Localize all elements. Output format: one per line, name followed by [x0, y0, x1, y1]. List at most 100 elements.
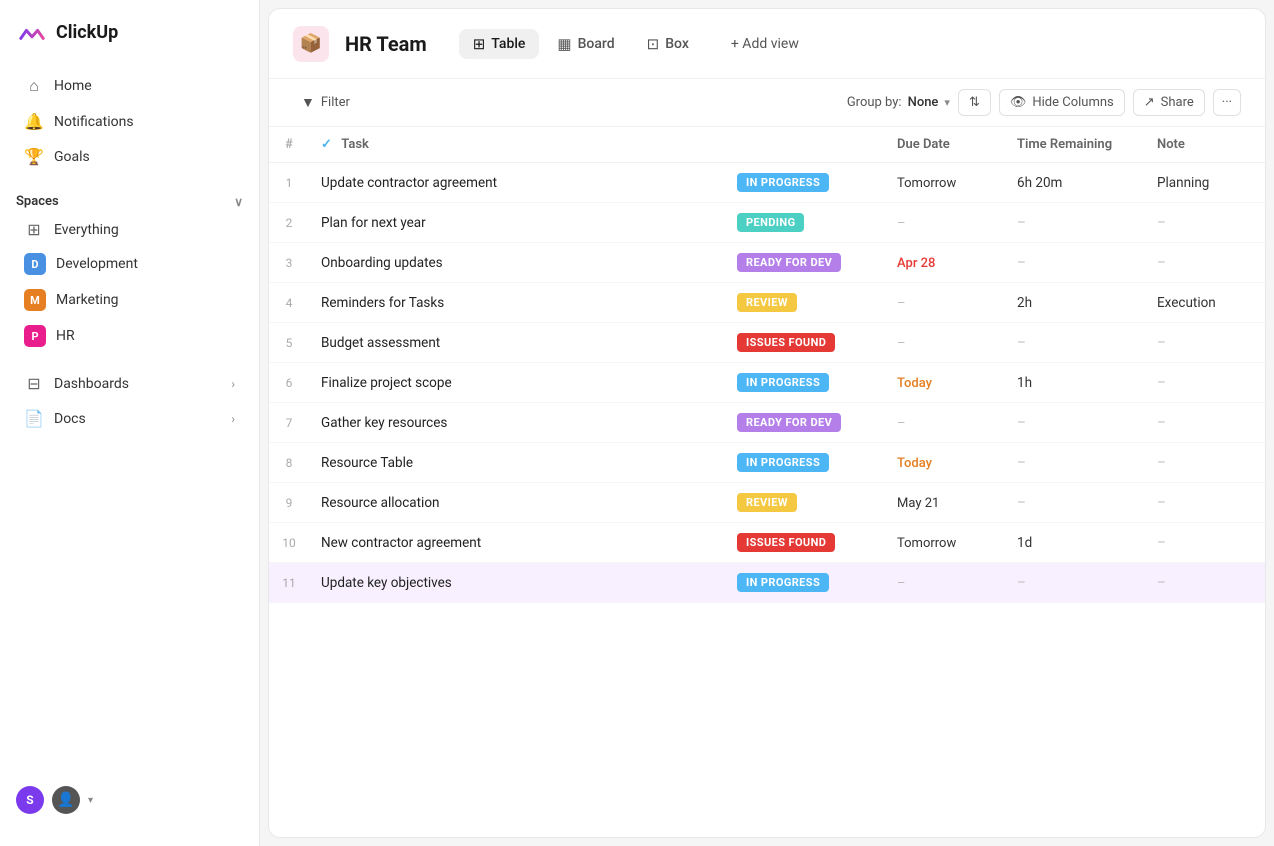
dashboards-label: Dashboards: [54, 376, 129, 392]
add-view-button[interactable]: + Add view: [719, 30, 811, 58]
table-tab-icon: ⊞: [473, 35, 486, 53]
user-chevron-icon: ▾: [88, 795, 93, 806]
table-row[interactable]: 9 Resource allocation REVIEW May 21 – –: [269, 483, 1265, 523]
share-button[interactable]: ↗ Share: [1133, 89, 1205, 116]
row-time-remaining: –: [1005, 403, 1145, 443]
row-task-name: Plan for next year: [309, 203, 725, 243]
status-badge: ISSUES FOUND: [737, 533, 835, 552]
row-due-date: –: [885, 403, 1005, 443]
tab-box[interactable]: ⊡ Box: [633, 29, 703, 59]
app-name: ClickUp: [56, 22, 118, 43]
filter-button[interactable]: ▼ Filter: [293, 90, 358, 115]
sidebar-item-docs[interactable]: 📄 Docs ›: [8, 401, 251, 436]
row-due-date: Today: [885, 363, 1005, 403]
share-label: Share: [1161, 95, 1194, 110]
status-badge: PENDING: [737, 213, 804, 232]
status-badge: IN PROGRESS: [737, 573, 829, 592]
time-remaining-value: –: [1017, 335, 1026, 351]
more-icon: ···: [1222, 95, 1232, 110]
table-row[interactable]: 4 Reminders for Tasks REVIEW – 2h Execut…: [269, 283, 1265, 323]
row-due-date: Tomorrow: [885, 523, 1005, 563]
row-due-date: Today: [885, 443, 1005, 483]
sidebar-item-dashboards[interactable]: ⊟ Dashboards ›: [8, 366, 251, 401]
table-row[interactable]: 3 Onboarding updates READY FOR DEV Apr 2…: [269, 243, 1265, 283]
row-time-remaining: 1h: [1005, 363, 1145, 403]
sidebar-item-notifications[interactable]: 🔔 Notifications: [8, 104, 251, 139]
time-remaining-value: –: [1017, 575, 1026, 591]
tab-table[interactable]: ⊞ Table: [459, 29, 540, 59]
row-status: REVIEW: [725, 483, 885, 523]
more-options-button[interactable]: ···: [1213, 89, 1241, 116]
table-row[interactable]: 5 Budget assessment ISSUES FOUND – – –: [269, 323, 1265, 363]
table-row[interactable]: 1 Update contractor agreement IN PROGRES…: [269, 163, 1265, 203]
time-remaining-value: –: [1017, 415, 1026, 431]
development-label: Development: [56, 256, 138, 272]
row-status: ISSUES FOUND: [725, 323, 885, 363]
table-row[interactable]: 6 Finalize project scope IN PROGRESS Tod…: [269, 363, 1265, 403]
row-status: REVIEW: [725, 283, 885, 323]
hide-columns-button[interactable]: 👁 Hide Columns: [999, 89, 1125, 116]
row-status: IN PROGRESS: [725, 443, 885, 483]
table-tab-label: Table: [491, 36, 525, 52]
note-value: Planning: [1157, 175, 1209, 191]
row-note: –: [1145, 483, 1265, 523]
development-badge: D: [24, 253, 46, 275]
board-tab-icon: ▦: [557, 35, 571, 53]
filter-label: Filter: [321, 95, 350, 110]
clickup-logo-icon: [16, 16, 48, 48]
row-num: 9: [269, 483, 309, 523]
table-row[interactable]: 11 Update key objectives IN PROGRESS – –…: [269, 563, 1265, 603]
due-date-value: –: [897, 576, 906, 591]
docs-label: Docs: [54, 411, 86, 427]
row-task-name: Resource Table: [309, 443, 725, 483]
time-remaining-value: –: [1017, 455, 1026, 471]
marketing-label: Marketing: [56, 292, 119, 308]
row-task-name: Update key objectives: [309, 563, 725, 603]
user-profile-area[interactable]: S 👤 ▾: [0, 770, 259, 830]
table-row[interactable]: 10 New contractor agreement ISSUES FOUND…: [269, 523, 1265, 563]
sidebar-item-development[interactable]: D Development: [8, 246, 251, 282]
group-by-label: Group by:: [847, 95, 902, 110]
hide-cols-label: Hide Columns: [1032, 95, 1113, 110]
status-badge: READY FOR DEV: [737, 413, 841, 432]
marketing-badge: M: [24, 289, 46, 311]
table-row[interactable]: 7 Gather key resources READY FOR DEV – –…: [269, 403, 1265, 443]
due-date-value: May 21: [897, 496, 939, 511]
row-time-remaining: –: [1005, 563, 1145, 603]
project-title: HR Team: [345, 32, 427, 56]
board-tab-label: Board: [578, 36, 615, 52]
spaces-section-header[interactable]: Spaces ∨: [0, 182, 259, 213]
row-due-date: –: [885, 283, 1005, 323]
box-tab-label: Box: [665, 36, 689, 52]
row-time-remaining: –: [1005, 203, 1145, 243]
table-row[interactable]: 2 Plan for next year PENDING – – –: [269, 203, 1265, 243]
status-badge: IN PROGRESS: [737, 453, 829, 472]
home-label: Home: [54, 78, 92, 94]
dashboards-left: ⊟ Dashboards: [24, 374, 129, 393]
row-num: 4: [269, 283, 309, 323]
time-remaining-value: –: [1017, 495, 1026, 511]
group-by-selector[interactable]: Group by: None ▾: [847, 95, 950, 110]
status-badge: READY FOR DEV: [737, 253, 841, 272]
row-task-name: Finalize project scope: [309, 363, 725, 403]
dashboards-chevron-icon: ›: [231, 377, 235, 391]
sidebar-item-marketing[interactable]: M Marketing: [8, 282, 251, 318]
row-num: 11: [269, 563, 309, 603]
row-task-name: New contractor agreement: [309, 523, 725, 563]
time-remaining-value: 1h: [1017, 375, 1032, 391]
sort-button[interactable]: ⇅: [958, 89, 991, 116]
share-icon: ↗: [1144, 95, 1155, 110]
time-remaining-value: –: [1017, 215, 1026, 231]
row-num: 10: [269, 523, 309, 563]
row-num: 6: [269, 363, 309, 403]
sidebar-item-hr[interactable]: P HR: [8, 318, 251, 354]
time-remaining-value: 1d: [1017, 535, 1032, 551]
sidebar-item-everything[interactable]: ⊞ Everything: [8, 213, 251, 246]
table-row[interactable]: 8 Resource Table IN PROGRESS Today – –: [269, 443, 1265, 483]
tab-board[interactable]: ▦ Board: [543, 29, 628, 59]
col-num: #: [269, 127, 309, 163]
time-remaining-value: 2h: [1017, 295, 1032, 311]
sidebar-item-home[interactable]: ⌂ Home: [8, 68, 251, 104]
sidebar-item-goals[interactable]: 🏆 Goals: [8, 139, 251, 174]
goals-icon: 🏆: [24, 147, 44, 166]
